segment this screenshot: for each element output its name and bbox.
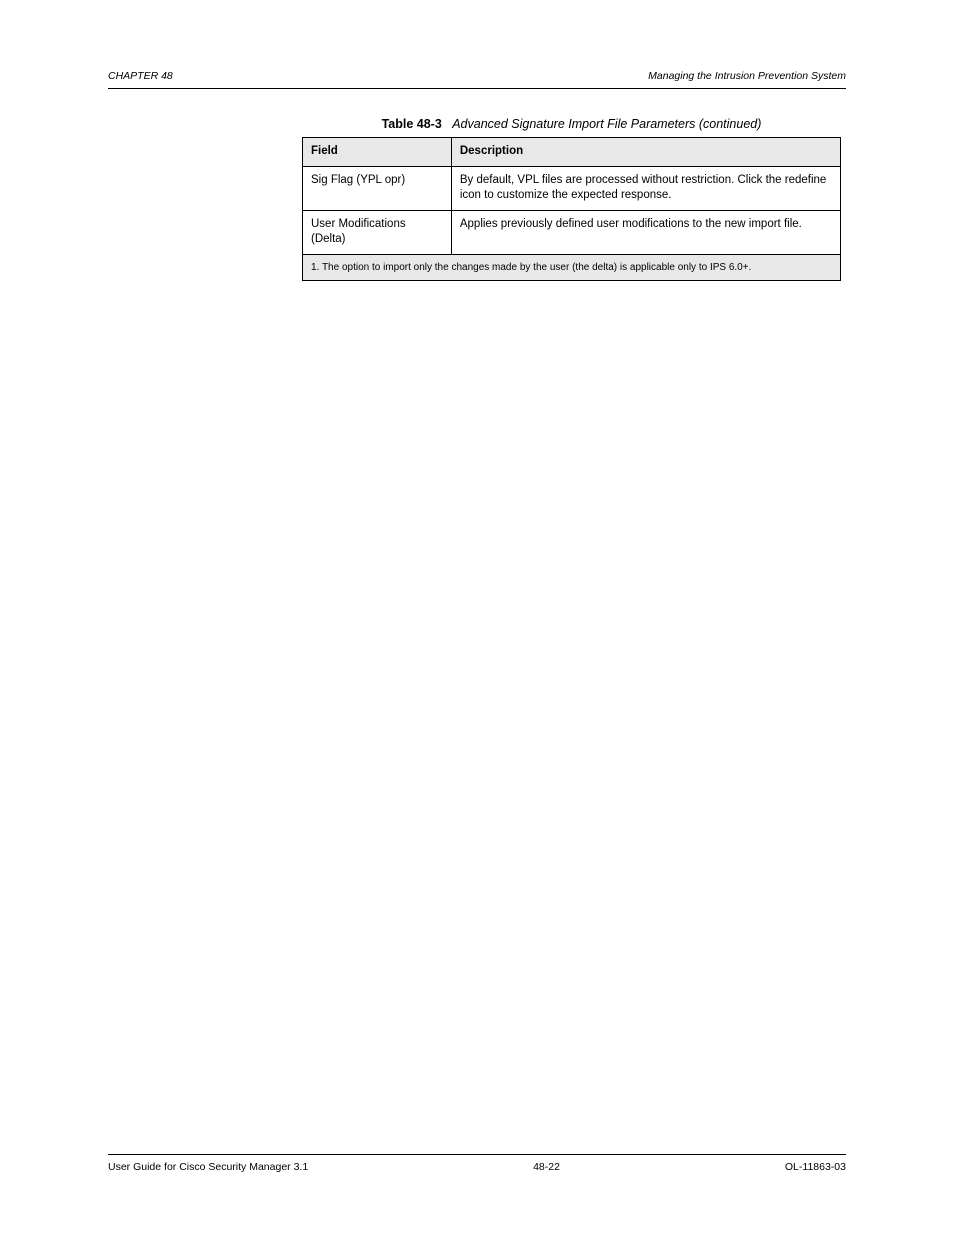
table-header-row: Field Description — [303, 138, 841, 167]
table-footnote: 1. The option to import only the changes… — [303, 254, 841, 281]
field-cell: User Modifications (Delta) — [303, 210, 452, 254]
table-footnote-row: 1. The option to import only the changes… — [303, 254, 841, 281]
table-header-field: Field — [303, 138, 452, 167]
parameters-table: Field Description Sig Flag (YPL opr) By … — [302, 137, 841, 281]
header-chapter: CHAPTER 48 — [108, 70, 173, 82]
table-caption: Table 48-3 Advanced Signature Import Fil… — [302, 117, 841, 131]
field-cell: Sig Flag (YPL opr) — [303, 166, 452, 210]
table-caption-text: Advanced Signature Import File Parameter… — [452, 117, 761, 131]
footer-page-number: 48-22 — [533, 1161, 560, 1173]
table-number: Table 48-3 — [382, 117, 442, 131]
table-header-description: Description — [451, 138, 840, 167]
description-cell: By default, VPL files are processed with… — [451, 166, 840, 210]
table-container: Table 48-3 Advanced Signature Import Fil… — [302, 117, 841, 281]
table-row: Sig Flag (YPL opr) By default, VPL files… — [303, 166, 841, 210]
header: CHAPTER 48 Managing the Intrusion Preven… — [108, 70, 846, 89]
description-cell: Applies previously defined user modifica… — [451, 210, 840, 254]
footer-doc-title: User Guide for Cisco Security Manager 3.… — [108, 1161, 308, 1173]
table-row: User Modifications (Delta) Applies previ… — [303, 210, 841, 254]
footer-doc-id: OL-11863-03 — [785, 1161, 846, 1173]
header-title: Managing the Intrusion Prevention System — [648, 70, 846, 82]
footer: User Guide for Cisco Security Manager 3.… — [108, 1154, 846, 1173]
